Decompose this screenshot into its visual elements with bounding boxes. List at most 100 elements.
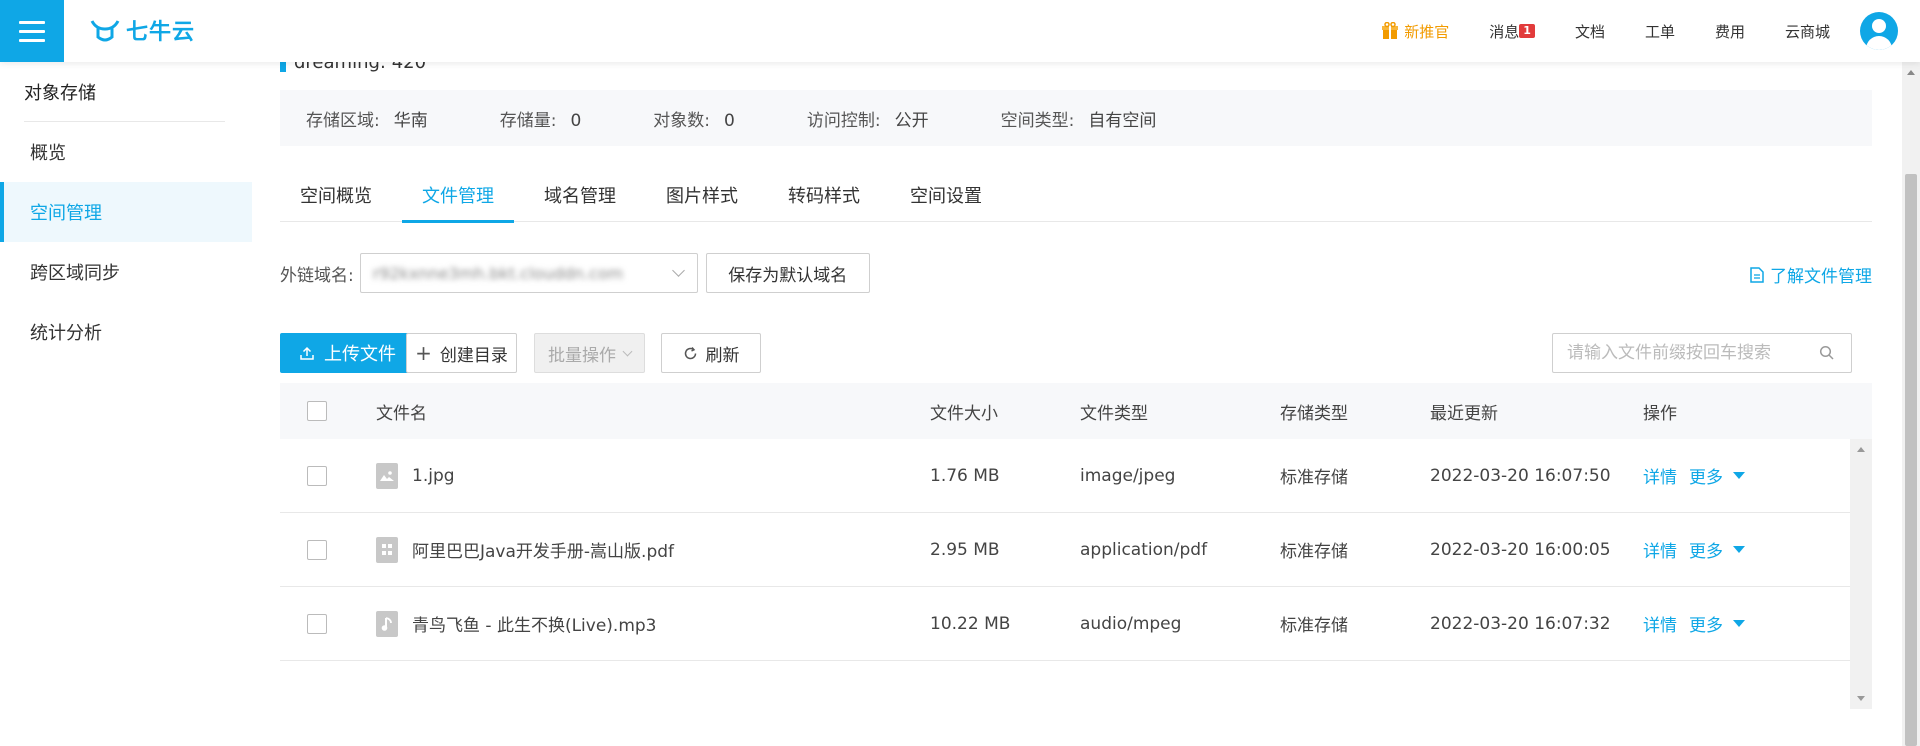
title-accent-bar (280, 62, 286, 72)
table-header: 文件名 文件大小 文件类型 存储类型 最近更新 操作 (280, 383, 1872, 439)
file-type: application/pdf (1080, 539, 1208, 560)
domain-row: 外链域名: r92kxnne3mh.bkt.clouddn.com 保存为默认域… (280, 252, 1872, 294)
caret-down-icon[interactable] (1733, 472, 1745, 479)
table-row: 青鸟飞鱼 - 此生不换(Live).mp3 10.22 MB audio/mpe… (280, 587, 1850, 661)
storage-type: 标准存储 (1280, 616, 1348, 636)
top-nav: 新推官 消息 1 文档 工单 费用 云商城 (1382, 0, 1920, 62)
create-directory-button[interactable]: + 创建目录 (406, 333, 517, 373)
document-file-icon (376, 536, 398, 563)
file-name[interactable]: 青鸟飞鱼 - 此生不换(Live).mp3 (412, 611, 657, 636)
row-checkbox[interactable] (307, 539, 327, 560)
toolbar: 上传文件 + 创建目录 批量操作 刷新 (280, 333, 1872, 375)
more-link[interactable]: 更多 (1689, 611, 1723, 636)
batch-operations-button[interactable]: 批量操作 (534, 333, 645, 373)
menu-toggle-button[interactable] (0, 0, 64, 62)
sidebar-item-bucket-management[interactable]: 空间管理 (0, 182, 252, 242)
nav-billing[interactable]: 费用 (1715, 21, 1745, 42)
sidebar-item-overview[interactable]: 概览 (0, 122, 252, 182)
bucket-info-bar: 存储区域: 华南 存储量: 0 对象数: 0 访问控制: 公开 空间类型: 自有空间 (280, 90, 1872, 146)
domain-select-value: r92kxnne3mh.bkt.clouddn.com (372, 263, 624, 283)
bucket-tabs: 空间概览 文件管理 域名管理 图片样式 转码样式 空间设置 (280, 166, 1872, 223)
info-storage-size: 存储量: 0 (499, 110, 582, 131)
chevron-down-icon (622, 346, 633, 356)
learn-file-management-link[interactable]: 了解文件管理 (1750, 262, 1872, 287)
tab-transcode-styles[interactable]: 转码样式 (768, 166, 880, 222)
document-icon (1750, 266, 1764, 283)
refresh-icon (684, 346, 696, 359)
bucket-name: dreaming: 420 (294, 62, 427, 73)
nav-promo[interactable]: 新推官 (1382, 21, 1449, 42)
col-header-size: 文件大小 (930, 403, 998, 424)
table-scrollbar[interactable] (1850, 439, 1872, 709)
nav-tickets[interactable]: 工单 (1645, 21, 1675, 42)
upload-file-button[interactable]: 上传文件 (280, 333, 416, 373)
nav-market[interactable]: 云商城 (1785, 21, 1830, 42)
upload-icon (300, 346, 314, 360)
save-default-domain-button[interactable]: 保存为默认域名 (705, 253, 870, 293)
info-bucket-type: 空间类型: 自有空间 (1000, 110, 1157, 131)
scroll-down-icon[interactable] (1857, 696, 1865, 701)
file-size: 1.76 MB (930, 465, 1000, 486)
file-size: 10.22 MB (930, 613, 1011, 634)
col-header-storage: 存储类型 (1280, 403, 1348, 424)
tab-image-styles[interactable]: 图片样式 (646, 166, 758, 222)
tab-bucket-settings[interactable]: 空间设置 (890, 166, 1002, 222)
refresh-button[interactable]: 刷新 (661, 333, 761, 373)
file-type: image/jpeg (1080, 465, 1176, 486)
file-search-box (1552, 333, 1852, 373)
col-header-updated: 最近更新 (1430, 403, 1498, 424)
caret-down-icon[interactable] (1733, 620, 1745, 627)
audio-file-icon (376, 610, 398, 637)
sidebar-item-statistics[interactable]: 统计分析 (0, 302, 252, 362)
scroll-up-icon[interactable] (1857, 447, 1865, 452)
tab-domain-management[interactable]: 域名管理 (524, 166, 636, 222)
logo-text: 七牛云 (126, 20, 196, 45)
updated-time: 2022-03-20 16:07:50 (1430, 465, 1611, 486)
tab-file-management[interactable]: 文件管理 (402, 166, 514, 223)
info-access-control: 访问控制: 公开 (806, 110, 929, 131)
select-all-checkbox[interactable] (307, 401, 327, 421)
table-row: 阿里巴巴Java开发手册-嵩山版.pdf 2.95 MB application… (280, 513, 1850, 587)
nav-messages[interactable]: 消息 1 (1489, 21, 1535, 42)
search-icon[interactable] (1819, 345, 1835, 361)
updated-time: 2022-03-20 16:00:05 (1430, 539, 1611, 560)
updated-time: 2022-03-20 16:07:32 (1430, 613, 1611, 634)
row-checkbox[interactable] (307, 613, 327, 634)
col-header-ops: 操作 (1643, 403, 1677, 424)
page-scrollbar[interactable] (1902, 62, 1920, 746)
col-header-type: 文件类型 (1080, 403, 1148, 424)
row-checkbox[interactable] (307, 465, 327, 486)
scroll-up-icon[interactable] (1907, 70, 1915, 75)
storage-type: 标准存储 (1280, 542, 1348, 562)
sidebar-item-cross-region-sync[interactable]: 跨区域同步 (0, 242, 252, 302)
sidebar-title: 对象存储 (24, 62, 225, 122)
info-object-count: 对象数: 0 (653, 110, 735, 131)
domain-label: 外链域名: (280, 265, 354, 286)
user-avatar[interactable] (1860, 12, 1898, 50)
detail-link[interactable]: 详情 (1643, 463, 1677, 488)
main-content: dreaming: 420 存储区域: 华南 存储量: 0 对象数: 0 访问控制: 公… (252, 62, 1902, 746)
message-count-badge: 1 (1519, 24, 1535, 38)
detail-link[interactable]: 详情 (1643, 611, 1677, 636)
col-header-name: 文件名 (376, 403, 427, 424)
file-search-input[interactable] (1567, 343, 1807, 363)
file-size: 2.95 MB (930, 539, 1000, 560)
info-region: 存储区域: 华南 (306, 110, 428, 131)
caret-down-icon[interactable] (1733, 546, 1745, 553)
more-link[interactable]: 更多 (1689, 463, 1723, 488)
tab-bucket-overview[interactable]: 空间概览 (280, 166, 392, 222)
detail-link[interactable]: 详情 (1643, 537, 1677, 562)
plus-icon: + (415, 341, 432, 365)
storage-type: 标准存储 (1280, 468, 1348, 488)
sidebar: 对象存储 概览 空间管理 跨区域同步 统计分析 (0, 62, 252, 746)
file-name[interactable]: 阿里巴巴Java开发手册-嵩山版.pdf (412, 537, 674, 562)
file-name[interactable]: 1.jpg (412, 466, 455, 486)
domain-select[interactable]: r92kxnne3mh.bkt.clouddn.com (359, 253, 698, 293)
nav-docs[interactable]: 文档 (1575, 21, 1605, 42)
more-link[interactable]: 更多 (1689, 537, 1723, 562)
logo[interactable]: 七牛云 (90, 14, 195, 46)
chevron-down-icon (671, 264, 685, 277)
file-type: audio/mpeg (1080, 613, 1182, 634)
table-row: 1.jpg 1.76 MB image/jpeg 标准存储 2022-03-20… (280, 439, 1850, 513)
scrollbar-thumb[interactable] (1905, 174, 1917, 746)
